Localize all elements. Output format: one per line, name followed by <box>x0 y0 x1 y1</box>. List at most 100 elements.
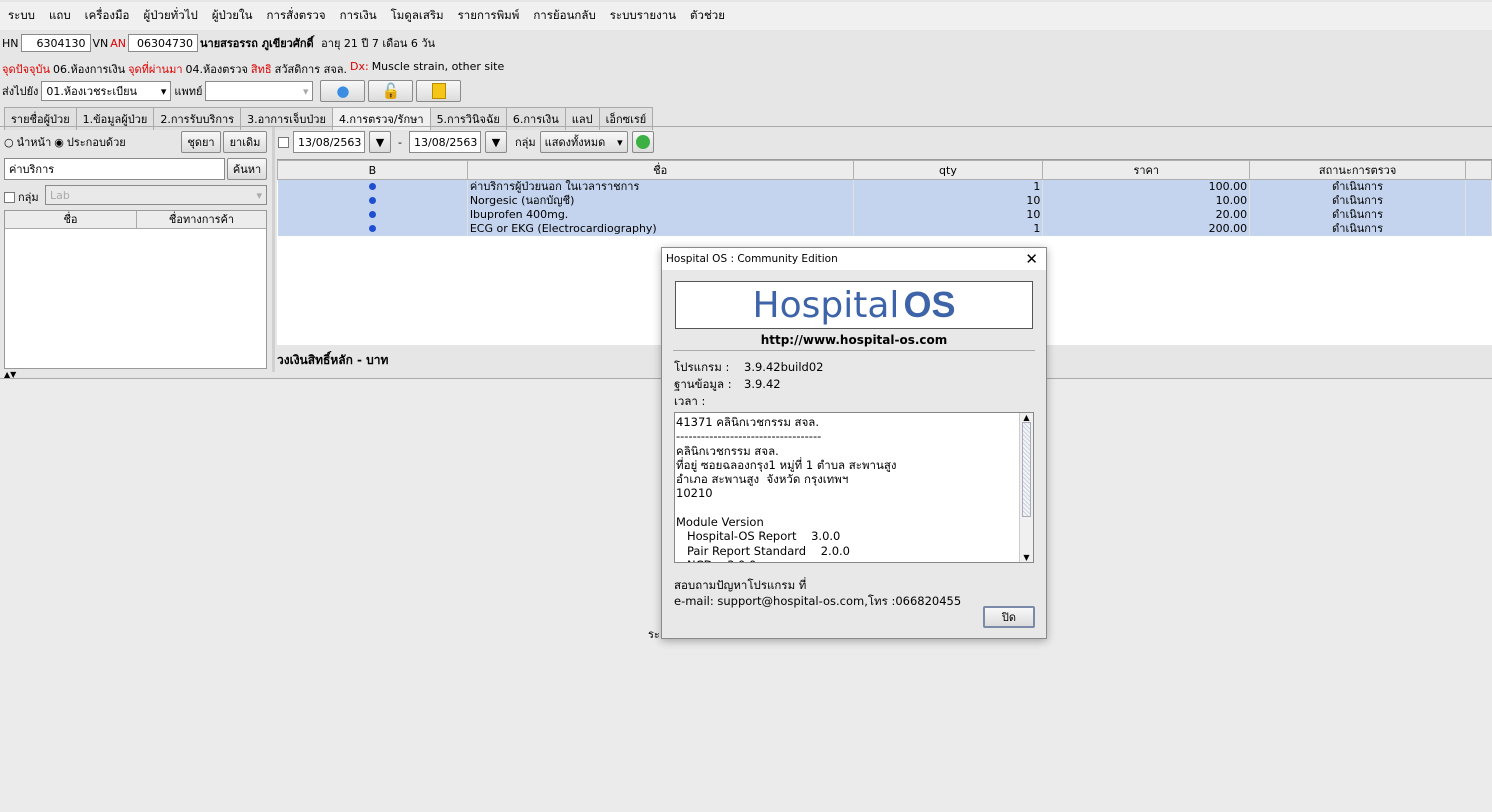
chevron-down-icon: ▼ <box>375 135 385 149</box>
menu-item[interactable]: ระบบ <box>8 7 35 25</box>
send-to-select[interactable]: 01.ห้องเวชระเบียน ▾ <box>41 81 172 101</box>
menu-item[interactable]: การสั่งตรวจ <box>267 7 326 25</box>
info-line: Hospital-OS Report 3.0.0 <box>676 529 841 544</box>
menu-item[interactable]: รายการพิมพ์ <box>458 7 520 25</box>
order-group-value: แสดงทั้งหมด <box>544 136 606 149</box>
patient-name: นายสรอรรถ ภูเขียวศักดิ์ <box>200 37 314 50</box>
scroll-up-icon[interactable]: ▲ <box>1020 413 1033 422</box>
drug-set-button[interactable]: ชุดยา <box>181 131 221 153</box>
version-info: โปรแกรม : 3.9.42build02 ฐานข้อมูล : 3.9.42… <box>674 359 1034 410</box>
send-to-label: ส่งไปยัง <box>2 85 39 98</box>
contact-info: สอบถามปัญหาโปรแกรม ที่ e-mail: support@h… <box>674 577 1034 609</box>
radio-prefix-label: นำหน้า <box>16 136 52 149</box>
chevron-down-icon: ▾ <box>256 188 262 202</box>
order-status: ดำเนินการ <box>1249 194 1466 208</box>
obscured-label: ระ <box>648 628 660 641</box>
status-dot-icon <box>277 222 468 236</box>
col-name[interactable]: ชื่อ <box>5 211 137 228</box>
table-row[interactable]: Norgesic (นอกบัญชี) 10 10.00 ดำเนินการ <box>277 194 1492 208</box>
dx-value: Muscle strain, other site <box>371 60 505 73</box>
date-to-picker[interactable]: ▼ <box>484 131 507 153</box>
column-header[interactable]: qty <box>852 160 1044 180</box>
website-link[interactable]: http://www.hospital-os.com <box>662 333 1046 347</box>
menu-bar: ระบบ แถบ เครื่องมือ ผู้ป่วยทั่วไป ผู้ป่วยใน ก… <box>0 2 1492 30</box>
refresh-button[interactable] <box>631 131 654 153</box>
table-row[interactable]: ค่าบริการผู้ป่วยนอก ในเวลาราชการ 1 100.0… <box>277 179 1492 194</box>
current-point-label: จุดปัจจุบัน <box>2 63 50 76</box>
menu-item[interactable]: ผู้ป่วยใน <box>212 7 253 25</box>
order-filter: 13/08/2563 ▼ - 13/08/2563 ▼ กลุ่ม แสดงทั… <box>278 131 654 153</box>
an-field[interactable]: 06304730 <box>128 34 199 52</box>
group-select[interactable]: Lab ▾ <box>45 185 267 205</box>
continued-drug-button[interactable]: ยาเดิม <box>223 131 267 153</box>
close-button[interactable]: ปิด <box>983 606 1035 628</box>
group-filter: กลุ่ม <box>4 188 39 206</box>
order-status: ดำเนินการ <box>1249 222 1466 236</box>
split-pane-divider[interactable] <box>272 127 275 372</box>
search-button[interactable]: ค้นหา <box>227 158 267 180</box>
date-checkbox[interactable] <box>278 136 289 148</box>
patient-age: อายุ 21 ปี 7 เดือน 6 วัน <box>321 37 436 50</box>
scroll-thumb[interactable] <box>1022 422 1031 517</box>
menu-item[interactable]: เครื่องมือ <box>85 7 130 25</box>
dialog-titlebar: Hospital OS : Community Edition ✕ <box>662 248 1046 270</box>
menu-item[interactable]: โมดูลเสริม <box>391 7 444 25</box>
status-dot-icon <box>277 194 468 208</box>
hn-field[interactable]: 6304130 <box>20 34 91 52</box>
db-label: ฐานข้อมูล : <box>674 377 732 391</box>
doctor-select[interactable]: ▾ <box>205 81 314 101</box>
info-line: Module Version <box>676 515 764 530</box>
note-button[interactable] <box>416 80 462 102</box>
prev-point-label: จุดที่ผ่านมา <box>128 63 183 76</box>
menu-item[interactable]: ผู้ป่วยทั่วไป <box>143 7 197 25</box>
menu-item[interactable]: การเงิน <box>340 7 377 25</box>
table-row[interactable]: Ibuprofen 400mg. 10 20.00 ดำเนินการ <box>277 208 1492 222</box>
order-name: Norgesic (นอกบัญชี) <box>467 194 854 208</box>
column-header[interactable]: B <box>277 160 468 180</box>
program-label: โปรแกรม : <box>674 360 730 374</box>
menu-item[interactable]: ตัวช่วย <box>690 7 725 25</box>
column-header[interactable]: ชื่อ <box>466 160 854 180</box>
right-value: สวัสดิการ สจล. <box>274 63 347 76</box>
order-qty: 1 <box>853 179 1044 194</box>
prev-point: 04.ห้องตรวจ <box>185 63 248 76</box>
order-group-select[interactable]: แสดงทั้งหมด ▾ <box>539 131 628 153</box>
radio-prefix[interactable]: ○ <box>4 136 14 149</box>
date-to-input[interactable]: 13/08/2563 <box>408 131 481 153</box>
column-header[interactable] <box>1464 160 1492 180</box>
menu-item[interactable]: ระบบรายงาน <box>610 7 676 25</box>
unlock-icon: 🔓 <box>381 82 401 100</box>
refresh-icon <box>635 135 650 149</box>
scroll-down-icon[interactable]: ▼ <box>1020 553 1033 562</box>
table-row[interactable]: ECG or EKG (Electrocardiography) 1 200.0… <box>277 222 1492 236</box>
item-search-input[interactable]: ค่าบริการ <box>4 158 225 180</box>
order-price: 10.00 <box>1042 194 1251 208</box>
menu-item[interactable]: การย้อนกลับ <box>533 7 595 25</box>
order-price: 100.00 <box>1042 179 1251 194</box>
info-line: Pair Report Standard 2.0.0 <box>676 543 850 558</box>
order-name: Ibuprofen 400mg. <box>467 208 854 222</box>
group-checkbox[interactable] <box>4 191 15 203</box>
info-line <box>676 501 1021 515</box>
date-separator: - <box>398 135 402 149</box>
column-header[interactable]: ราคา <box>1042 160 1251 180</box>
col-trade-name[interactable]: ชื่อทางการค้า <box>137 211 266 228</box>
send-patient-button[interactable]: ● <box>320 80 366 102</box>
scrollbar[interactable]: ▲ ▼ <box>1019 413 1033 562</box>
column-header[interactable]: สถานะการตรวจ <box>1249 160 1466 180</box>
doctor-label: แพทย์ <box>174 85 203 98</box>
search-mode: ○ นำหน้า ◉ ประกอบด้วย <box>4 133 126 151</box>
info-textarea[interactable]: 41371 คลินิกเวชกรรม สจล. ----------------… <box>674 412 1034 563</box>
right-label: สิทธิ <box>250 63 272 76</box>
radio-contains[interactable]: ◉ <box>54 136 64 149</box>
menu-item[interactable]: แถบ <box>49 7 71 25</box>
close-icon[interactable]: ✕ <box>1025 250 1038 268</box>
unlock-button[interactable]: 🔓 <box>368 80 414 102</box>
order-price: 20.00 <box>1042 208 1251 222</box>
date-from-input[interactable]: 13/08/2563 <box>293 131 365 153</box>
order-status: ดำเนินการ <box>1249 179 1466 194</box>
date-from-picker[interactable]: ▼ <box>369 131 391 153</box>
order-qty: 10 <box>853 208 1044 222</box>
item-list: ชื่อ ชื่อทางการค้า <box>4 210 267 369</box>
order-qty: 10 <box>853 194 1044 208</box>
